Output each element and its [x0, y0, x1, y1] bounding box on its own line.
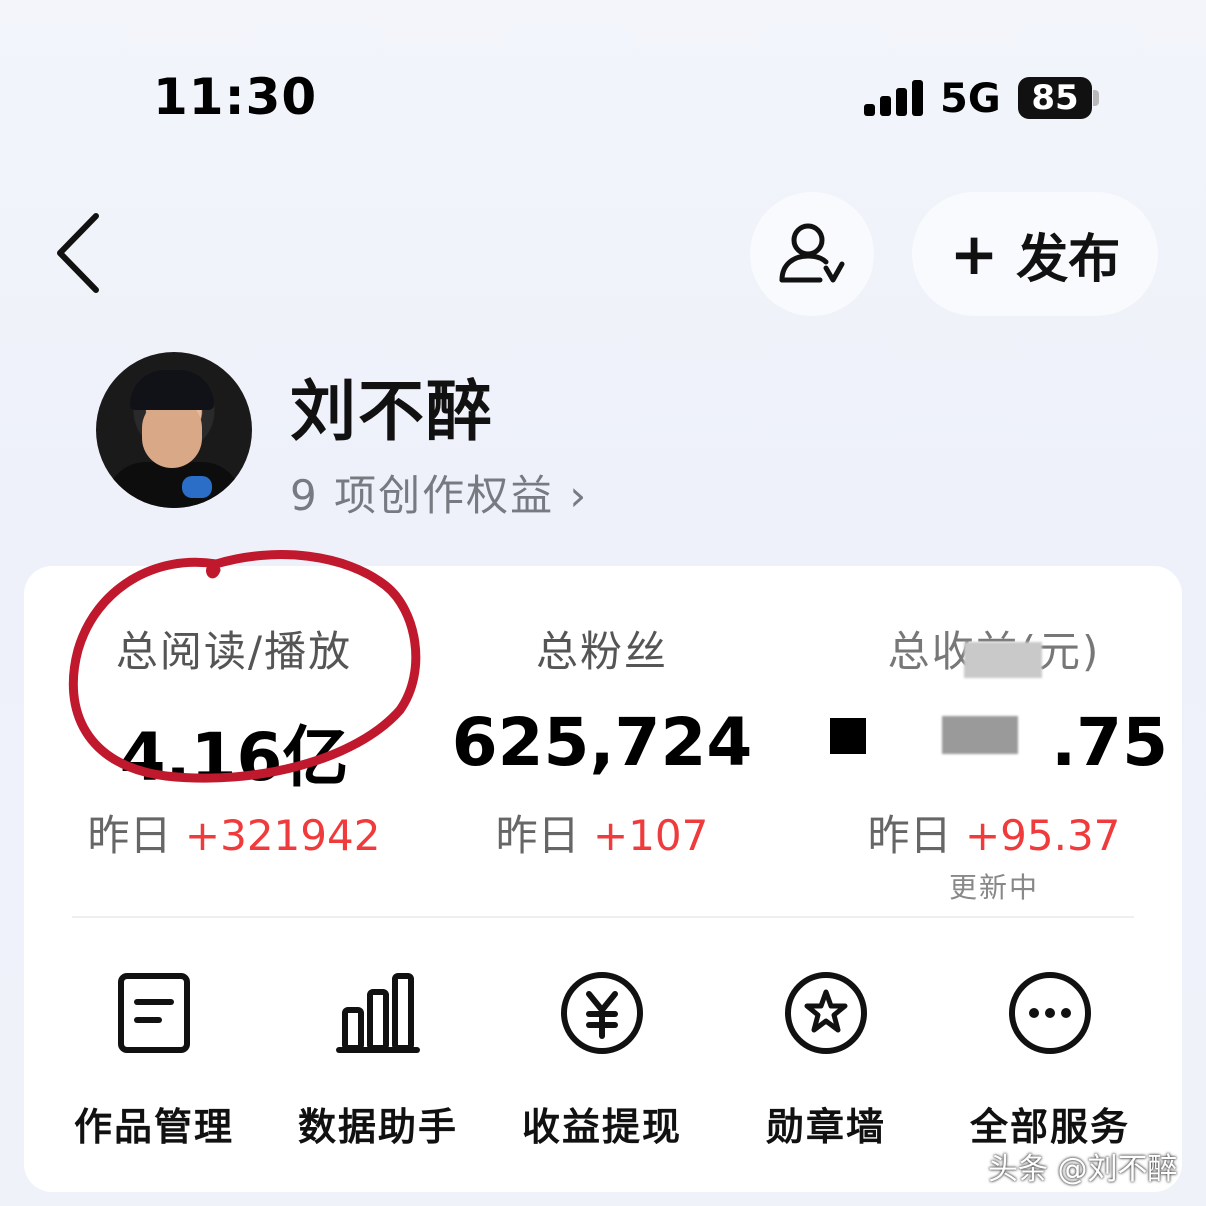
- stat-label: 总粉丝: [535, 627, 668, 676]
- menu-works-management[interactable]: 作品管理: [54, 970, 254, 1151]
- watermark: 头条 @刘不醉: [988, 1152, 1178, 1187]
- menu-label: 作品管理: [73, 1105, 234, 1149]
- menu-medal-wall[interactable]: 勋章墙: [726, 970, 926, 1151]
- redaction-blur: [942, 716, 1018, 754]
- menu-label: 全部服务: [969, 1105, 1130, 1149]
- menu-label: 收益提现: [521, 1105, 682, 1149]
- status-time: 11:30: [153, 68, 318, 126]
- battery-tip: [1093, 90, 1099, 106]
- user-verify-icon: [779, 223, 845, 283]
- redaction-block: [830, 718, 866, 754]
- publish-label: 发布: [1016, 229, 1121, 290]
- stat-yesterday: 昨日 +107: [495, 811, 709, 860]
- bar-chart-icon: [335, 970, 421, 1056]
- stat-yesterday: 昨日 +95.37: [867, 811, 1121, 860]
- battery-icon: 85: [1018, 77, 1092, 119]
- more-icon: [1007, 970, 1093, 1056]
- back-arrow-icon[interactable]: [50, 210, 110, 296]
- avatar[interactable]: [96, 352, 252, 508]
- divider: [72, 916, 1134, 918]
- menu-label: 勋章墙: [765, 1105, 886, 1149]
- publish-button[interactable]: + 发布: [912, 192, 1158, 316]
- menu-label: 数据助手: [297, 1105, 458, 1149]
- profile-verify-button[interactable]: [750, 192, 874, 316]
- document-icon: [111, 970, 197, 1056]
- network-type: 5G: [940, 76, 1001, 122]
- medal-star-icon: [783, 970, 869, 1056]
- signal-strength-icon: [864, 80, 926, 116]
- creator-rights-link[interactable]: 9 项创作权益 ›: [290, 462, 588, 523]
- annotation-circle: [68, 550, 421, 783]
- stat-value: 625,724: [451, 704, 753, 781]
- updating-note: 更新中: [948, 871, 1039, 904]
- menu-data-assistant[interactable]: 数据助手: [278, 970, 478, 1151]
- menu-all-services[interactable]: 全部服务: [950, 970, 1150, 1151]
- plus-icon: +: [949, 220, 999, 288]
- stat-yesterday: 昨日 +321942: [87, 811, 381, 860]
- username: 刘不醉: [290, 373, 494, 450]
- menu-earnings-withdraw[interactable]: 收益提现: [502, 970, 702, 1151]
- redaction-blur: [964, 642, 1042, 678]
- yuan-icon: [559, 970, 645, 1056]
